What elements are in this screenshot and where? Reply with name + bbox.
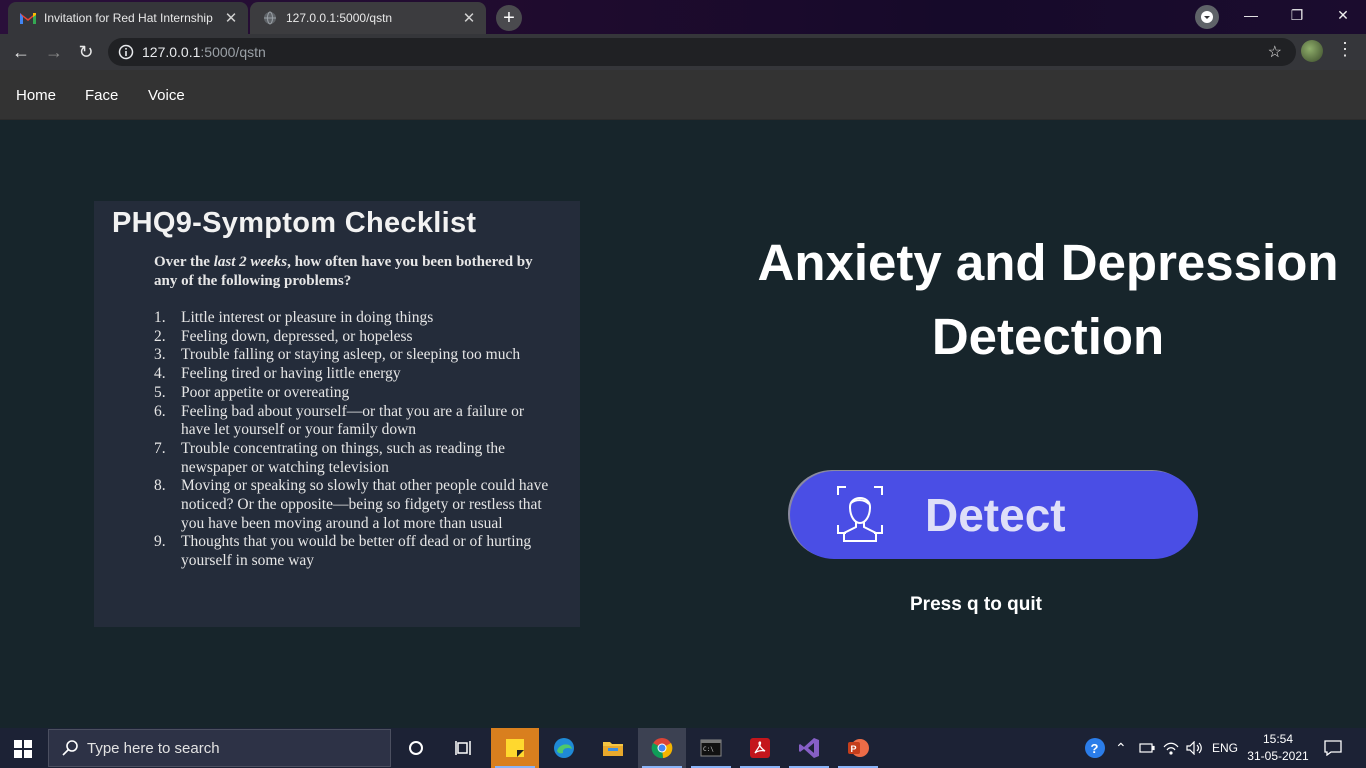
detect-label: Detect xyxy=(925,489,1066,541)
clock-time: 15:54 xyxy=(1262,732,1294,746)
list-item: 1. Little interest or pleasure in doing t… xyxy=(154,309,554,328)
clock-date: 31-05-2021 xyxy=(1247,749,1309,763)
site-nav: Home Face Voice xyxy=(0,70,1366,120)
item-text: Feeling bad about yourself—or that you a… xyxy=(181,402,525,439)
taskbar-search-input[interactable]: Type here to search xyxy=(48,729,391,767)
info-icon[interactable] xyxy=(118,44,134,60)
browser-toolbar: ← → ↻ 127.0.0.1:5000/qstn ☆ ⋮ xyxy=(0,34,1366,70)
search-placeholder: Type here to search xyxy=(87,739,220,757)
tab-gmail-invitation[interactable]: Invitation for Red Hat Internship ✕ xyxy=(8,2,248,34)
sticky-notes-icon[interactable] xyxy=(491,728,539,768)
windows-taskbar: Type here to search C:\ P ? ⌃ ENG 15:54 … xyxy=(0,728,1366,768)
svg-text:C:\: C:\ xyxy=(703,746,714,753)
item-number: 9. xyxy=(154,533,166,551)
bookmark-star-icon[interactable]: ☆ xyxy=(1268,42,1282,62)
gmail-icon xyxy=(20,10,36,26)
list-item: 8. Moving or speaking so slowly that othe… xyxy=(154,477,554,533)
list-item: 9. Thoughts that you would be better off … xyxy=(154,533,554,570)
task-view-icon[interactable] xyxy=(440,728,488,768)
item-text: Trouble falling or staying asleep, or sl… xyxy=(181,346,521,364)
item-number: 8. xyxy=(154,477,166,495)
close-tab-icon[interactable]: ✕ xyxy=(220,9,242,27)
list-item: 5. Poor appetite or overeating xyxy=(154,384,554,403)
address-bar[interactable]: 127.0.0.1:5000/qstn ☆ xyxy=(108,38,1296,66)
list-item: 7. Trouble concentrating on things, such … xyxy=(154,440,554,477)
item-text: Trouble concentrating on things, such as… xyxy=(181,439,506,476)
svg-text:P: P xyxy=(851,744,857,754)
nav-link-voice[interactable]: Voice xyxy=(148,87,185,104)
item-text: Feeling tired or having little energy xyxy=(181,365,401,383)
list-item: 6. Feeling bad about yourself—or that you… xyxy=(154,403,554,440)
chevron-up-icon[interactable]: ⌃ xyxy=(1115,728,1127,768)
menu-icon[interactable]: ⋮ xyxy=(1336,39,1354,60)
globe-icon xyxy=(262,10,278,26)
notifications-icon[interactable] xyxy=(1324,728,1342,768)
powerpoint-icon[interactable]: P xyxy=(834,728,882,768)
list-item: 3. Trouble falling or staying asleep, or … xyxy=(154,346,554,365)
nav-link-face[interactable]: Face xyxy=(85,87,118,104)
volume-icon[interactable] xyxy=(1186,728,1204,768)
intro-emphasis: last 2 weeks xyxy=(213,254,288,270)
item-text: Moving or speaking so slowly that other … xyxy=(181,477,549,532)
item-number: 1. xyxy=(154,309,166,326)
minimize-button[interactable]: — xyxy=(1228,0,1274,32)
item-number: 6. xyxy=(154,402,166,420)
checklist-intro: Over the last 2 weeks, how often have yo… xyxy=(154,253,544,291)
browser-tab-strip: Invitation for Red Hat Internship ✕ 127.… xyxy=(0,0,1366,34)
restore-button[interactable]: ❐ xyxy=(1274,0,1320,32)
tab-title: 127.0.0.1:5000/qstn xyxy=(286,11,393,25)
item-number: 4. xyxy=(154,365,166,383)
list-item: 4. Feeling tired or having little energy xyxy=(154,365,554,384)
wifi-icon[interactable] xyxy=(1163,728,1179,768)
windows-start-icon[interactable] xyxy=(14,740,32,758)
tab-search-button[interactable] xyxy=(1195,5,1219,29)
file-explorer-icon[interactable] xyxy=(589,728,637,768)
item-text: Feeling down, depressed, or hopeless xyxy=(181,327,413,345)
taskbar-clock[interactable]: 15:54 31-05-2021 xyxy=(1244,731,1312,765)
face-scan-icon xyxy=(837,486,883,542)
visual-studio-icon[interactable] xyxy=(785,728,833,768)
close-tab-icon[interactable]: ✕ xyxy=(458,9,480,27)
item-text: Little interest or pleasure in doing thi… xyxy=(181,309,434,326)
chevron-down-icon xyxy=(1201,11,1213,23)
window-close-button[interactable]: ✕ xyxy=(1320,0,1366,32)
nav-link-home[interactable]: Home xyxy=(16,87,56,104)
forward-arrow-icon[interactable]: → xyxy=(42,40,66,64)
list-item: 2. Feeling down, depressed, or hopeless xyxy=(154,328,554,347)
phq9-checklist-image: PHQ9-Symptom Checklist Over the last 2 w… xyxy=(94,201,580,627)
battery-icon[interactable] xyxy=(1139,728,1155,768)
page-title: Anxiety and Depression Detection xyxy=(757,234,1339,365)
terminal-icon[interactable]: C:\ xyxy=(687,728,735,768)
quit-hint-text: Press q to quit xyxy=(910,594,1042,615)
cortana-icon[interactable] xyxy=(392,728,440,768)
item-number: 2. xyxy=(154,327,166,345)
reload-icon[interactable]: ↻ xyxy=(74,40,98,64)
detect-button[interactable]: Detect xyxy=(790,471,1198,559)
new-tab-button[interactable]: + xyxy=(496,5,522,31)
intro-text: Over the xyxy=(154,254,214,270)
chrome-icon[interactable] xyxy=(638,728,686,768)
item-text: Thoughts that you would be better off de… xyxy=(181,533,532,570)
checklist-items: 1. Little interest or pleasure in doing t… xyxy=(154,309,554,571)
tab-qstn-page[interactable]: 127.0.0.1:5000/qstn ✕ xyxy=(250,2,486,34)
help-icon[interactable]: ? xyxy=(1084,728,1106,768)
search-icon xyxy=(62,740,78,756)
tab-title: Invitation for Red Hat Internship xyxy=(44,11,213,25)
edge-icon[interactable] xyxy=(540,728,588,768)
back-arrow-icon[interactable]: ← xyxy=(9,40,33,64)
acrobat-icon[interactable] xyxy=(736,728,784,768)
checklist-title: PHQ9-Symptom Checklist xyxy=(112,207,477,239)
url-host: 127.0.0.1 xyxy=(142,44,201,60)
item-text: Poor appetite or overeating xyxy=(181,383,350,401)
profile-avatar[interactable] xyxy=(1301,40,1323,62)
item-number: 7. xyxy=(154,439,166,457)
item-number: 5. xyxy=(154,383,166,401)
svg-text:?: ? xyxy=(1091,741,1099,756)
item-number: 3. xyxy=(154,346,166,364)
url-path: :5000/qstn xyxy=(200,44,266,60)
input-language[interactable]: ENG xyxy=(1212,728,1238,768)
